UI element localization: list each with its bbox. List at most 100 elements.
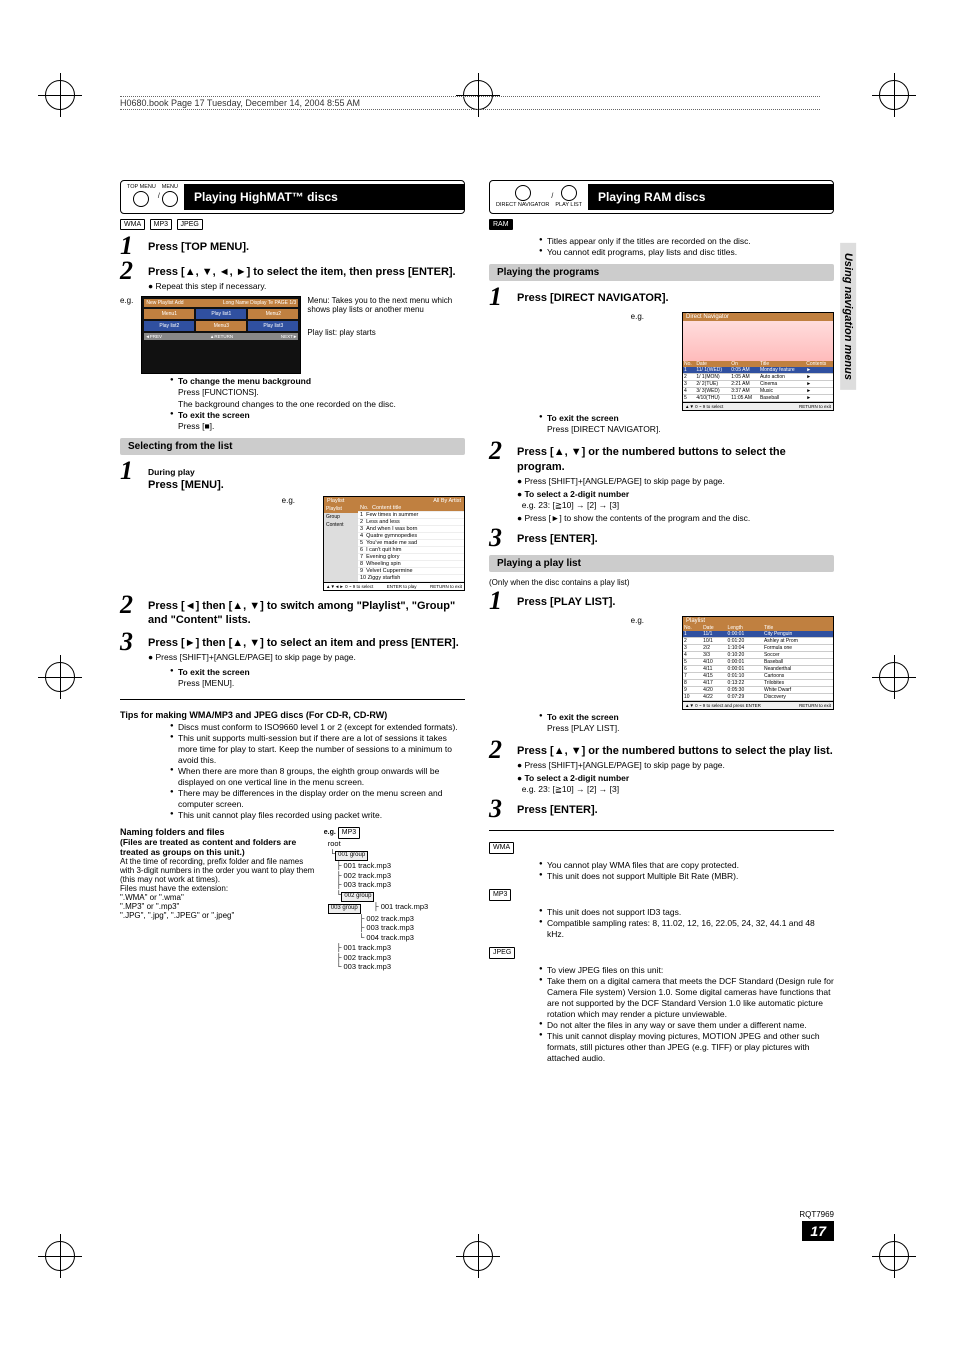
tip-item: This unit cannot play files recorded usi… bbox=[170, 810, 465, 821]
programs-header: Playing the programs bbox=[489, 264, 834, 281]
direct-nav-label: DIRECT NAVIGATOR bbox=[496, 203, 549, 209]
change-bg-desc: The background changes to the one record… bbox=[178, 399, 396, 409]
eg-label: e.g. bbox=[120, 296, 133, 305]
wma-note: You cannot play WMA files that are copy … bbox=[539, 860, 834, 871]
step-number: 2 bbox=[120, 595, 140, 628]
step-number: 3 bbox=[489, 528, 509, 549]
format-badge: MP3 bbox=[150, 219, 172, 231]
exit-title: To exit the screen bbox=[547, 712, 619, 722]
eg-label: e.g. bbox=[282, 496, 295, 505]
exit-title: To exit the screen bbox=[178, 667, 250, 677]
naming-body: At the time of recording, prefix folder … bbox=[120, 857, 318, 884]
feature-title: Playing RAM discs bbox=[588, 184, 833, 210]
top-menu-label: TOP MENU bbox=[127, 185, 156, 191]
reg-mark-icon bbox=[879, 80, 909, 110]
eg-label: e.g. bbox=[631, 312, 644, 321]
mp3-note: Compatible sampling rates: 8, 11.02, 12,… bbox=[539, 918, 834, 940]
jpeg-note: This unit cannot display moving pictures… bbox=[539, 1031, 834, 1064]
step-text: Press [TOP MENU]. bbox=[148, 236, 249, 257]
reg-mark-icon bbox=[45, 80, 75, 110]
exit-press: Press [MENU]. bbox=[178, 678, 234, 688]
button-icon bbox=[561, 185, 577, 201]
step-text: Press [PLAY LIST]. bbox=[517, 591, 615, 612]
step-text: Press [▲, ▼, ◄, ►] to select the item, t… bbox=[148, 261, 456, 292]
playlist-thumbnail: Playlist All By Artist Playlist Group Co… bbox=[323, 496, 465, 591]
mp3-note: This unit does not support ID3 tags. bbox=[539, 907, 834, 918]
step-text: Press [▲, ▼] or the numbered buttons to … bbox=[517, 740, 833, 795]
ext-line: ".JPG", ".jpg", ".JPEG" or ".jpeg" bbox=[120, 911, 318, 920]
ext-line: ".MP3" or ".mp3" bbox=[120, 902, 318, 911]
tips-heading: Tips for making WMA/MP3 and JPEG discs (… bbox=[120, 710, 465, 720]
source-file-tag: H0680.book Page 17 Tuesday, December 14,… bbox=[120, 96, 820, 110]
step-number: 1 bbox=[489, 287, 509, 308]
button-icon bbox=[133, 191, 149, 207]
menu-desc: Menu: Takes you to the next menu which s… bbox=[307, 296, 465, 314]
change-bg-title: To change the menu background bbox=[178, 376, 311, 386]
feature-header-highmat: TOP MENU / MENU Playing HighMAT™ discs bbox=[120, 180, 465, 214]
jpeg-badge: JPEG bbox=[489, 947, 515, 959]
tip-item: There may be differences in the display … bbox=[170, 788, 465, 810]
direct-navigator-thumbnail: Direct Navigator No.DateOnTitleContents … bbox=[682, 312, 834, 411]
wma-badge: WMA bbox=[489, 842, 514, 854]
exit-press: Press [DIRECT NAVIGATOR]. bbox=[547, 424, 661, 434]
tip-item: This unit supports multi-session but if … bbox=[170, 733, 465, 766]
step-text: Press [DIRECT NAVIGATOR]. bbox=[517, 287, 669, 308]
play-list-label: PLAY LIST bbox=[555, 203, 582, 209]
step-number: 3 bbox=[489, 799, 509, 820]
section-tab-label: Using navigation menus bbox=[840, 243, 856, 390]
exit-title: To exit the screen bbox=[547, 413, 619, 423]
menu-label: MENU bbox=[162, 185, 178, 191]
wma-note: This unit does not support Multiple Bit … bbox=[539, 871, 834, 882]
ram-note: You cannot edit programs, play lists and… bbox=[539, 247, 834, 258]
feature-title: Playing HighMAT™ discs bbox=[184, 184, 464, 210]
separator: / bbox=[551, 193, 553, 200]
step-text: Press [ENTER]. bbox=[517, 528, 598, 549]
format-badge: WMA bbox=[120, 219, 145, 231]
button-icon bbox=[162, 191, 178, 207]
separator: / bbox=[158, 193, 160, 200]
step-number: 1 bbox=[120, 236, 140, 257]
button-icon bbox=[515, 185, 531, 201]
tip-item: Discs must conform to ISO9660 level 1 or… bbox=[170, 722, 465, 733]
reg-mark-icon bbox=[879, 662, 909, 692]
exit-title: To exit the screen bbox=[178, 410, 250, 420]
step-number: 2 bbox=[489, 441, 509, 524]
jpeg-lead: To view JPEG files on this unit: bbox=[539, 965, 834, 976]
doc-code: RQT7969 bbox=[799, 1210, 834, 1219]
step-text: During play Press [MENU]. bbox=[148, 461, 224, 492]
step-number: 3 bbox=[120, 632, 140, 663]
tip-item: When there are more than 8 groups, the e… bbox=[170, 766, 465, 788]
playlist-screen-thumbnail: Playlist No.DateLengthTitle 111/10:00:01… bbox=[682, 616, 834, 710]
exit-press: Press [PLAY LIST]. bbox=[547, 723, 619, 733]
step-text: Press [ENTER]. bbox=[517, 799, 598, 820]
jpeg-sub-note: Do not alter the files in any way or sav… bbox=[539, 1020, 834, 1031]
naming-ext-intro: Files must have the extension: bbox=[120, 884, 318, 893]
ram-badge: RAM bbox=[489, 219, 513, 231]
reg-mark-icon bbox=[45, 662, 75, 692]
reg-mark-icon bbox=[463, 1241, 493, 1271]
playlist-desc: Play list: play starts bbox=[307, 328, 465, 337]
reg-mark-icon bbox=[45, 1241, 75, 1271]
exit-press: Press [■]. bbox=[178, 421, 214, 431]
ram-note: Titles appear only if the titles are rec… bbox=[539, 236, 834, 247]
step-number: 2 bbox=[489, 740, 509, 795]
step-number: 1 bbox=[120, 461, 140, 492]
playlist-condition: (Only when the disc contains a play list… bbox=[489, 578, 834, 587]
feature-header-ram: DIRECT NAVIGATOR / PLAY LIST Playing RAM… bbox=[489, 180, 834, 214]
step-text: Press [◄] then [▲, ▼] to switch among "P… bbox=[148, 595, 465, 628]
page-number: 17 bbox=[802, 1221, 834, 1241]
ext-line: ".WMA" or ".wma" bbox=[120, 893, 318, 902]
mp3-badge: MP3 bbox=[489, 889, 511, 901]
playlist-header: Playing a play list bbox=[489, 555, 834, 572]
folder-tree: root └001 group ├ 001 track.mp3 ├ 002 tr… bbox=[328, 839, 465, 972]
step-number: 2 bbox=[120, 261, 140, 292]
reg-mark-icon bbox=[879, 1241, 909, 1271]
eg-label: e.g. bbox=[631, 616, 644, 625]
step-text: Press [▲, ▼] or the numbered buttons to … bbox=[517, 441, 834, 524]
jpeg-sub-note: Take them on a digital camera that meets… bbox=[539, 976, 834, 1020]
step-number: 1 bbox=[489, 591, 509, 612]
selecting-list-header: Selecting from the list bbox=[120, 438, 465, 455]
step-text: Press [►] then [▲, ▼] to select an item … bbox=[148, 632, 459, 663]
format-badge: JPEG bbox=[177, 219, 203, 231]
naming-heading: Naming folders and files bbox=[120, 827, 318, 837]
